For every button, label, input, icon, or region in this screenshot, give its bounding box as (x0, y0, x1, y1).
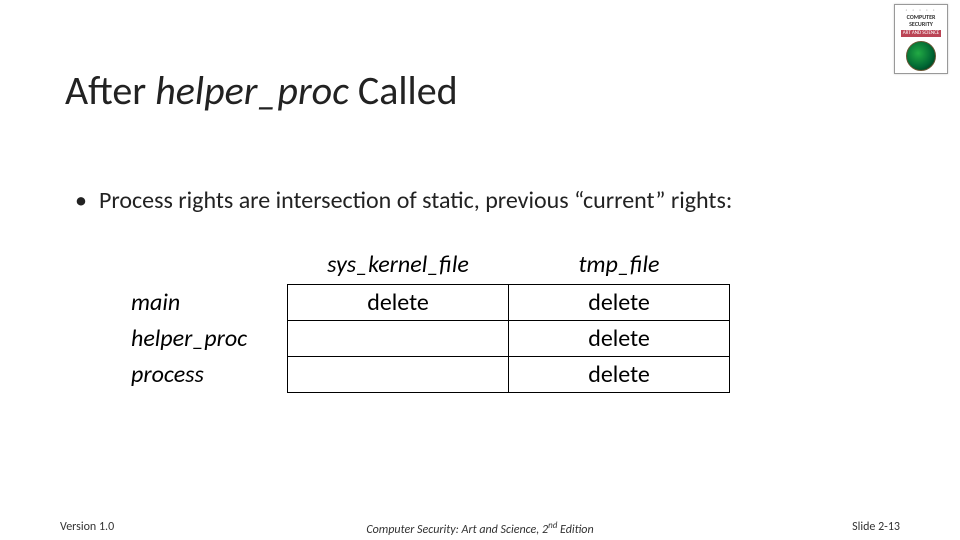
cell-helper-tmp: delete (509, 321, 730, 357)
rights-table: sys_kernel_file tmp_file main delete del… (130, 248, 730, 393)
row-label-helper: helper_proc (130, 321, 288, 357)
row-label-process: process (130, 357, 288, 393)
bullet-line: • Process rights are intersection of stat… (75, 186, 732, 215)
footer-book-pre: Computer Security: Art and Science, 2 (366, 523, 548, 537)
slide-title: After helper_proc Called (65, 66, 458, 115)
row-label-main: main (130, 285, 288, 321)
cell-main-tmp: delete (509, 285, 730, 321)
bullet-text: Process rights are intersection of stati… (99, 186, 732, 215)
footer-page: Slide 2-13 (852, 520, 900, 534)
cell-helper-sys (288, 321, 509, 357)
logo-line2: SECURITY (897, 21, 945, 28)
bullet-dot: • (75, 186, 87, 215)
cell-main-sys: delete (288, 285, 509, 321)
title-post: Called (349, 66, 458, 115)
cell-process-tmp: delete (509, 357, 730, 393)
footer-book: Computer Security: Art and Science, 2nd … (0, 520, 960, 537)
title-ital: helper_proc (155, 66, 349, 115)
logo-sub: ART AND SCIENCE (901, 30, 941, 37)
book-cover-icon: · · · · · COMPUTER SECURITY ART AND SCIE… (894, 4, 948, 74)
footer-book-sup: nd (548, 520, 557, 531)
col-header-2: tmp_file (509, 248, 730, 285)
title-pre: After (65, 66, 155, 115)
cell-process-sys (288, 357, 509, 393)
footer-book-post: Edition (557, 523, 593, 537)
col-header-1: sys_kernel_file (288, 248, 509, 285)
